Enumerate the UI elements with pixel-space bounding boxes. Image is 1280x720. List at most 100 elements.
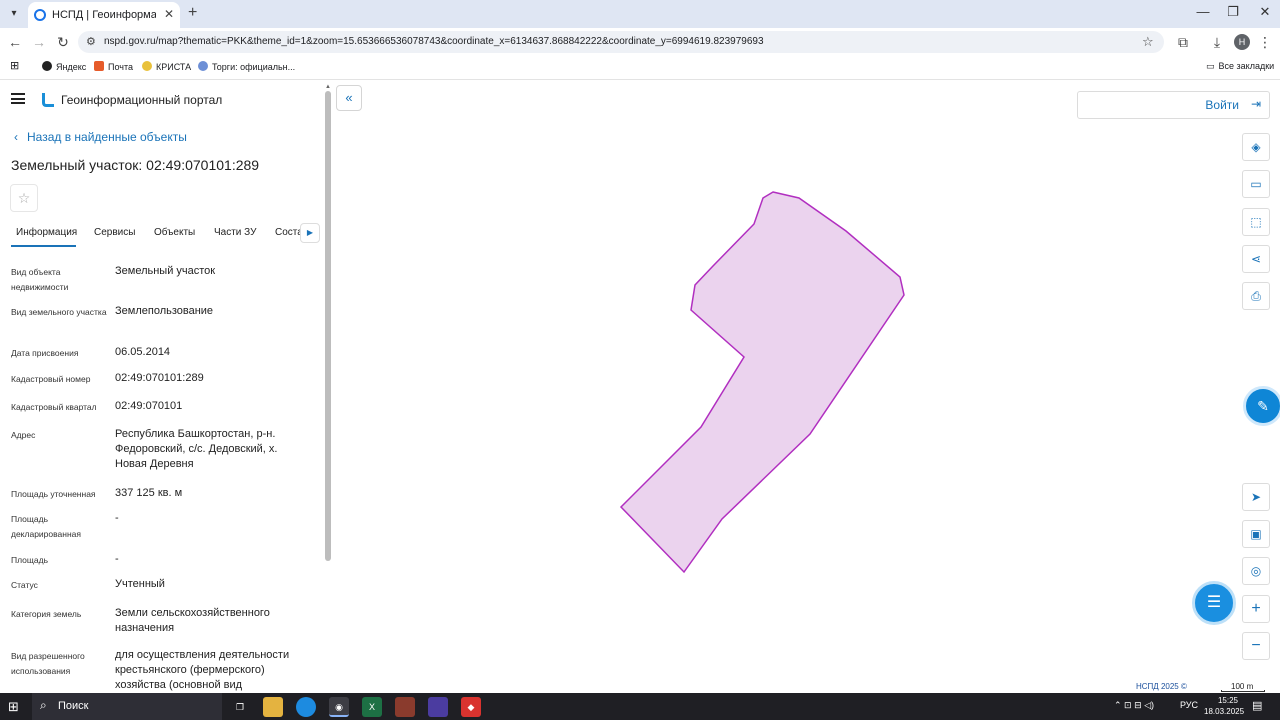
zoom-out-icon[interactable]: − bbox=[1242, 632, 1270, 660]
field-label: Площадь декларированная bbox=[11, 514, 81, 539]
layers-icon[interactable]: ◈ bbox=[1242, 133, 1270, 161]
close-window-icon[interactable]: ✕ bbox=[1250, 4, 1280, 20]
favorite-star-icon[interactable]: ☆ bbox=[10, 184, 38, 212]
bookmark-krista[interactable]: КРИСТА bbox=[142, 61, 191, 72]
field-label: Площадь bbox=[11, 555, 49, 565]
scale-bar bbox=[1221, 690, 1265, 692]
close-tab-icon[interactable]: ✕ bbox=[164, 7, 174, 21]
browser-tab-strip: ▾ НСПД | Геоинформационный ✕ + — ❐ ✕ bbox=[0, 0, 1280, 28]
field-value: 337 125 кв. м bbox=[115, 487, 183, 499]
geolocation-icon[interactable]: ◎ bbox=[1242, 557, 1270, 585]
tab-title: НСПД | Геоинформационный bbox=[52, 9, 156, 21]
browser-tab-active[interactable]: НСПД | Геоинформационный ✕ bbox=[28, 2, 180, 28]
url-text[interactable]: nspd.gov.ru/map?thematic=PKK&theme_id=1&… bbox=[104, 36, 764, 47]
field-value: Земельный участок bbox=[115, 265, 216, 277]
tab-services[interactable]: Сервисы bbox=[94, 227, 135, 238]
field-label: Вид объекта недвижимости bbox=[11, 267, 69, 292]
clock-date[interactable]: 18.03.2025 bbox=[1204, 707, 1244, 716]
share-icon[interactable]: ⋖ bbox=[1242, 245, 1270, 273]
apps-grid-icon[interactable]: ⊞ bbox=[10, 59, 19, 72]
bookmark-mail[interactable]: Почта bbox=[94, 61, 133, 72]
restore-icon[interactable]: ❐ bbox=[1218, 4, 1248, 20]
file-explorer-icon[interactable] bbox=[263, 697, 283, 717]
taskbar-search[interactable]: ⌕ Поиск bbox=[32, 693, 222, 720]
portal-title: Геоинформационный портал bbox=[61, 93, 223, 107]
field-value: 02:49:070101 bbox=[115, 400, 183, 412]
download-icon[interactable]: ⤓ bbox=[1208, 33, 1226, 51]
yandex-icon bbox=[42, 61, 52, 71]
field-label: Кадастровый квартал bbox=[11, 402, 97, 412]
print-icon[interactable]: ⎙ bbox=[1242, 282, 1270, 310]
menu-kebab-icon[interactable]: ⋮ bbox=[1256, 33, 1274, 51]
map-svg bbox=[619, 191, 905, 574]
address-bar[interactable]: ⚙ nspd.gov.ru/map?thematic=PKK&theme_id=… bbox=[78, 31, 1164, 53]
minimap-icon[interactable]: ▣ bbox=[1242, 520, 1270, 548]
archive-app-icon[interactable] bbox=[395, 697, 415, 717]
field-value: 02:49:070101:289 bbox=[115, 372, 204, 384]
field-label: Категория земель bbox=[11, 609, 82, 619]
field-label: Статус bbox=[11, 580, 38, 590]
minimize-icon[interactable]: — bbox=[1188, 4, 1218, 19]
torgi-icon bbox=[198, 61, 208, 71]
bookmark-torgi[interactable]: Торги: официальн... bbox=[198, 61, 295, 72]
clock-time[interactable]: 15:25 bbox=[1210, 696, 1246, 705]
field-label: Вид разрешенного использования bbox=[11, 651, 85, 676]
chrome-icon[interactable]: ◉ bbox=[329, 697, 349, 717]
bookmark-yandex[interactable]: Яндекс bbox=[42, 61, 86, 72]
object-info-panel: Геоинформационный портал ‹ Назад в найден… bbox=[0, 81, 333, 693]
land-parcel-polygon[interactable] bbox=[619, 191, 905, 574]
all-bookmarks[interactable]: ▭ Все закладки bbox=[1206, 61, 1274, 72]
ruler-icon[interactable]: ▭ bbox=[1242, 170, 1270, 198]
hamburger-menu-icon[interactable] bbox=[11, 93, 25, 104]
field-value: Республика Башкортостан, р-н. Федоровски… bbox=[115, 428, 278, 470]
site-info-icon[interactable]: ⚙ bbox=[86, 35, 96, 48]
bookmark-star-icon[interactable]: ☆ bbox=[1142, 34, 1154, 50]
field-value: - bbox=[115, 553, 119, 565]
object-title: Земельный участок: 02:49:070101:289 bbox=[11, 157, 260, 173]
field-label: Дата присвоения bbox=[11, 348, 79, 358]
forward-icon[interactable]: → bbox=[30, 33, 48, 51]
reload-icon[interactable]: ↻ bbox=[54, 33, 72, 51]
extensions-icon[interactable]: ⧉ bbox=[1174, 33, 1192, 51]
language-indicator[interactable]: РУС bbox=[1180, 700, 1198, 710]
tabs-scroll-right-icon[interactable]: ▶ bbox=[300, 223, 320, 243]
excel-icon[interactable]: X bbox=[362, 697, 382, 717]
mail-icon bbox=[94, 61, 104, 71]
field-label: Адрес bbox=[11, 430, 36, 440]
chat-icon[interactable]: ☰ bbox=[1192, 581, 1236, 625]
collapse-panel-button[interactable]: « bbox=[336, 85, 362, 111]
folder-icon: ▭ bbox=[1206, 61, 1215, 71]
map-canvas[interactable]: « Войти ⇥ ◈ ▭ ⬚ ⋖ ⎙ ✎ ➤ ▣ ◎ + − ☰ НСПД 2… bbox=[333, 81, 1280, 693]
area-select-icon[interactable]: ⬚ bbox=[1242, 208, 1270, 236]
login-label: Войти bbox=[1205, 98, 1239, 112]
notifications-icon[interactable]: ▤ bbox=[1252, 699, 1262, 712]
field-label: Площадь уточненная bbox=[11, 489, 96, 499]
zoom-in-icon[interactable]: + bbox=[1242, 595, 1270, 623]
tab-objects[interactable]: Объекты bbox=[154, 227, 195, 238]
scroll-up-icon[interactable]: ▲ bbox=[325, 84, 331, 90]
navigate-icon[interactable]: ➤ bbox=[1242, 483, 1270, 511]
new-tab-icon[interactable]: + bbox=[188, 4, 197, 22]
field-value: Землепользование bbox=[115, 305, 214, 317]
login-icon: ⇥ bbox=[1250, 97, 1261, 111]
profile-avatar[interactable]: Н bbox=[1234, 34, 1250, 50]
field-label: Кадастровый номер bbox=[11, 374, 91, 384]
tab-parts[interactable]: Части ЗУ bbox=[214, 227, 256, 238]
edge-icon[interactable] bbox=[296, 697, 316, 717]
windows-start-icon[interactable]: ⊞ bbox=[8, 699, 19, 715]
task-view-icon[interactable]: ❐ bbox=[230, 697, 250, 717]
tab-composition[interactable]: Соста bbox=[275, 227, 303, 238]
tab-information[interactable]: Информация bbox=[16, 227, 77, 238]
back-icon[interactable]: ← bbox=[6, 33, 24, 51]
panel-scrollbar[interactable] bbox=[325, 91, 331, 561]
back-to-results-link[interactable]: ‹ Назад в найденные объекты bbox=[14, 130, 187, 144]
system-tray-icons[interactable]: ⌃ ⊡ ⊟ ◁) bbox=[1114, 700, 1154, 711]
krista-icon bbox=[142, 61, 152, 71]
pdf-app-icon[interactable] bbox=[428, 697, 448, 717]
tab-search-icon[interactable]: ▾ bbox=[4, 5, 24, 23]
assistant-icon[interactable]: ✎ bbox=[1243, 386, 1280, 426]
anydesk-icon[interactable]: ◆ bbox=[461, 697, 481, 717]
login-button[interactable]: Войти ⇥ bbox=[1077, 91, 1270, 119]
chevron-left-icon: ‹ bbox=[14, 130, 18, 144]
map-copyright: НСПД 2025 © bbox=[1136, 682, 1187, 691]
